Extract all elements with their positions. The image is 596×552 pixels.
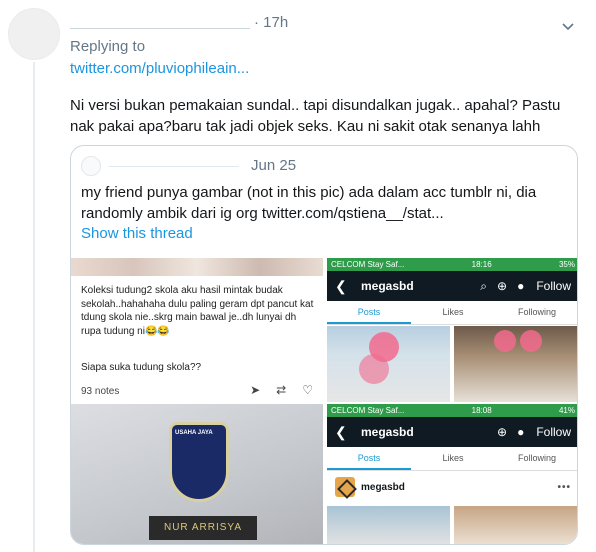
chevron-down-icon[interactable] xyxy=(560,18,576,34)
tweet-time[interactable]: · 17h xyxy=(254,14,288,31)
tab-likes: Likes xyxy=(442,307,464,317)
clock-label: 18:08 xyxy=(471,406,492,415)
profile-name: megasbd xyxy=(361,481,405,493)
back-arrow-icon: ❮ xyxy=(335,423,347,440)
add-icon: ⊕ xyxy=(497,279,508,293)
post-thumbnails xyxy=(327,326,577,402)
thread-line xyxy=(33,62,35,552)
share-icon: ➤ xyxy=(250,383,261,397)
name-tag: NUR ARRISYA xyxy=(149,516,257,540)
clock-label: 18:16 xyxy=(471,260,492,269)
thumbnail-1 xyxy=(327,326,450,402)
back-arrow-icon: ❮ xyxy=(335,277,347,294)
profile-row: megasbd ••• xyxy=(327,471,577,503)
tumblr-post-text: Koleksi tudung2 skola aku hasil mintak b… xyxy=(81,285,314,337)
tab-likes: Likes xyxy=(442,453,464,463)
profile-tabs: Posts Likes Following xyxy=(327,447,577,471)
tab-posts: Posts xyxy=(327,447,411,470)
tumblr-post-image[interactable]: Koleksi tudung2 skola aku hasil mintak b… xyxy=(71,258,323,402)
follow-label: Follow xyxy=(536,425,571,439)
replying-to-label: Replying to xyxy=(70,38,146,55)
quoted-tweet-date: Jun 25 xyxy=(251,157,297,174)
search-icon: ⌕ xyxy=(480,278,487,293)
heart-sticker xyxy=(494,330,516,352)
more-options-icon: ••• xyxy=(557,481,571,493)
tumblr-actions: ➤ ⇄ ♡ xyxy=(250,383,313,397)
profile-username: megasbd xyxy=(361,279,414,293)
phone-screenshot-top[interactable]: CELCOM Stay Saf... 18:16 35% ❮ megasbd ⌕… xyxy=(327,258,577,402)
person-icon: ● xyxy=(517,279,525,293)
quoted-author-avatar[interactable] xyxy=(81,156,101,176)
tweet-header: · 17h xyxy=(70,14,288,31)
quoted-tweet-text: my friend punya gambar (not in this pic)… xyxy=(81,184,537,222)
thumbnail-1 xyxy=(327,506,450,544)
battery-label: 35% xyxy=(558,260,575,269)
redacted-quoted-author xyxy=(109,166,239,167)
heart-icon: ♡ xyxy=(302,383,313,397)
post-thumbnails xyxy=(327,506,577,544)
app-bar: ❮ megasbd ⊕ ● Follow xyxy=(327,417,577,447)
thumbnail-2 xyxy=(454,506,577,544)
tweet-text: Ni versi bukan pemakaian sundal.. tapi d… xyxy=(70,97,561,135)
phone-status-bar: CELCOM Stay Saf... 18:08 41% xyxy=(327,404,577,417)
tab-posts: Posts xyxy=(327,301,411,324)
app-bar: ❮ megasbd ⌕ ⊕ ● Follow xyxy=(327,271,577,301)
profile-tabs: Posts Likes Following xyxy=(327,301,577,325)
carrier-label: CELCOM Stay Saf... xyxy=(331,406,405,415)
add-icon: ⊕ xyxy=(497,425,508,439)
photo-strip xyxy=(71,258,323,276)
media-grid: Koleksi tudung2 skola aku hasil mintak b… xyxy=(71,258,577,544)
reblog-icon: ⇄ xyxy=(276,383,287,397)
tab-following: Following xyxy=(517,453,557,463)
follow-label: Follow xyxy=(536,279,571,293)
tab-following: Following xyxy=(517,307,557,317)
thumbnail-2 xyxy=(454,326,577,402)
uniform-badge-image[interactable]: USAHA JAYA NUR ARRISYA xyxy=(71,404,323,544)
show-thread-link[interactable]: Show this thread xyxy=(81,225,193,242)
battery-label: 41% xyxy=(558,406,575,415)
carrier-label: CELCOM Stay Saf... xyxy=(331,260,405,269)
quoted-tweet[interactable]: Jun 25 my friend punya gambar (not in th… xyxy=(70,145,578,545)
redacted-author-name[interactable] xyxy=(70,17,250,29)
profile-logo-icon xyxy=(335,477,355,497)
school-badge-text: USAHA JAYA xyxy=(175,430,213,436)
heart-sticker xyxy=(520,330,542,352)
replying-to-link[interactable]: twitter.com/pluviophileain... xyxy=(70,60,249,77)
phone-status-bar: CELCOM Stay Saf... 18:16 35% xyxy=(327,258,577,271)
person-icon: ● xyxy=(517,425,525,439)
reply-author-avatar[interactable] xyxy=(8,8,60,60)
tumblr-notes-count: 93 notes xyxy=(81,386,120,397)
phone-screenshot-bottom[interactable]: CELCOM Stay Saf... 18:08 41% ❮ megasbd ⊕… xyxy=(327,404,577,544)
heart-sticker xyxy=(359,354,389,384)
profile-username: megasbd xyxy=(361,425,414,439)
tumblr-post-question: Siapa suka tudung skola?? xyxy=(81,362,202,373)
